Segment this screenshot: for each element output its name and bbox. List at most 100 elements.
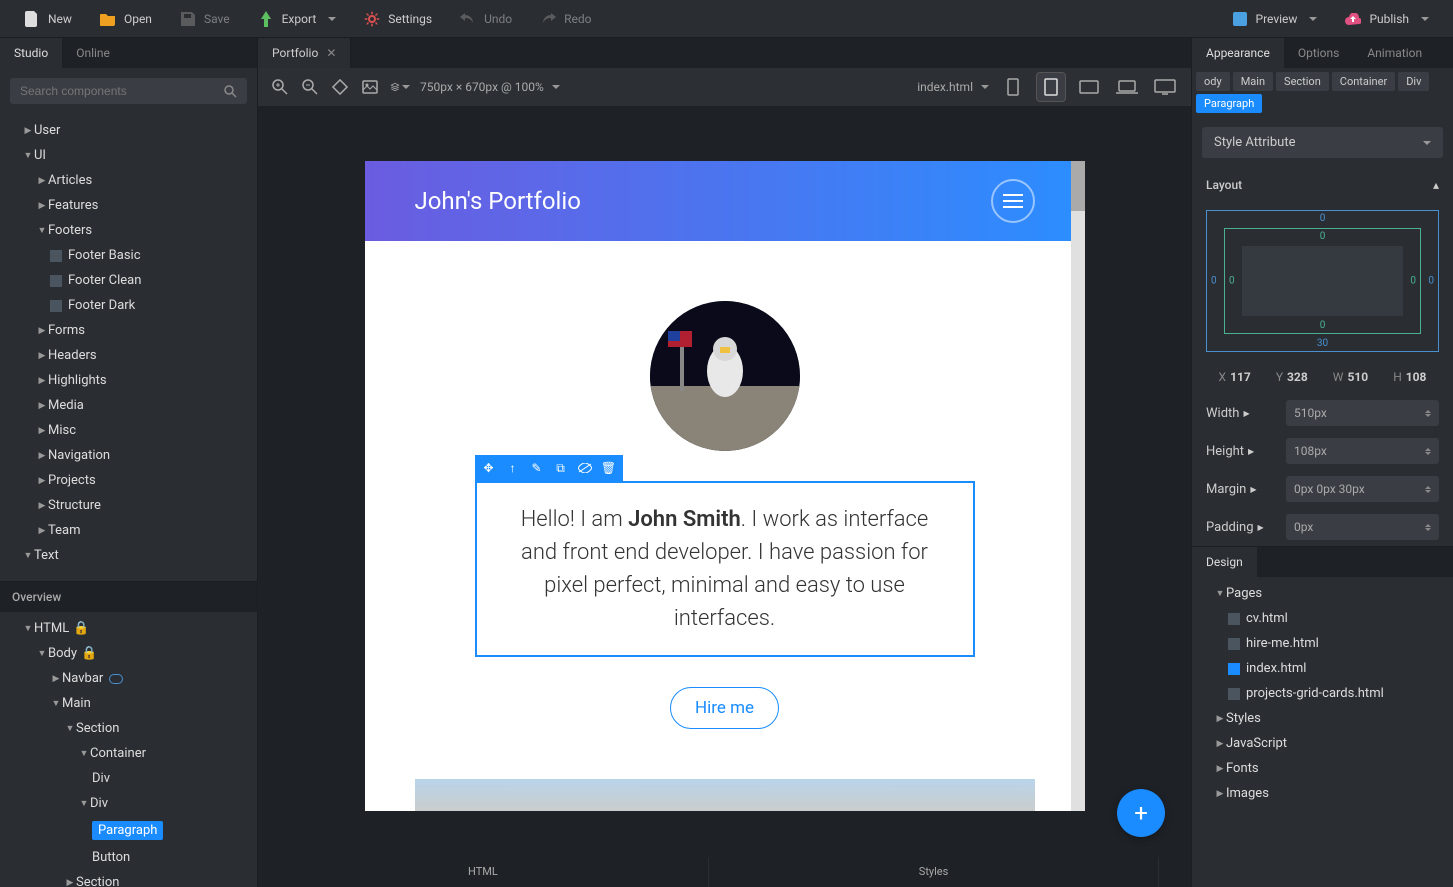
tree-footer-basic[interactable]: Footer Basic bbox=[0, 243, 257, 268]
bc-main[interactable]: Main bbox=[1233, 72, 1273, 91]
ov-div2[interactable]: ▼Div bbox=[0, 791, 257, 816]
new-button[interactable]: New bbox=[12, 5, 84, 33]
zoom-in-icon[interactable] bbox=[270, 77, 290, 97]
tree-structure[interactable]: ▶Structure bbox=[0, 493, 257, 518]
hamburger-icon[interactable] bbox=[991, 179, 1035, 223]
tab-options[interactable]: Options bbox=[1284, 38, 1354, 68]
tree-projects[interactable]: ▶Projects bbox=[0, 468, 257, 493]
edit-icon[interactable]: ✎ bbox=[529, 460, 545, 476]
tree-media[interactable]: ▶Media bbox=[0, 393, 257, 418]
tree-text[interactable]: ▼Text bbox=[0, 543, 257, 568]
canvas-info[interactable]: 750px × 670px @ 100% bbox=[420, 80, 560, 94]
tree-features[interactable]: ▶Features bbox=[0, 193, 257, 218]
preview-button[interactable]: Preview bbox=[1220, 5, 1330, 33]
open-button[interactable]: Open bbox=[88, 5, 164, 33]
tree-articles[interactable]: ▶Articles bbox=[0, 168, 257, 193]
device-mobile-icon[interactable] bbox=[999, 73, 1027, 101]
design-images[interactable]: ▶Images bbox=[1192, 781, 1453, 806]
design-pages[interactable]: ▼Pages bbox=[1192, 581, 1453, 606]
copy-icon[interactable]: ⧉ bbox=[553, 460, 569, 476]
tab-appearance[interactable]: Appearance bbox=[1192, 38, 1284, 68]
tree-headers[interactable]: ▶Headers bbox=[0, 343, 257, 368]
height-input[interactable]: 108px bbox=[1286, 438, 1439, 464]
file-tab-portfolio[interactable]: Portfolio✕ bbox=[258, 38, 351, 68]
landscape-image bbox=[415, 779, 1035, 811]
margin-input[interactable]: 0px 0px 30px bbox=[1286, 476, 1439, 502]
selected-paragraph[interactable]: ✥ ↑ ✎ ⧉ 🗑 Hello! I am John Smith. I work… bbox=[475, 481, 975, 657]
bc-section[interactable]: Section bbox=[1276, 72, 1329, 91]
device-desktop-icon[interactable] bbox=[1151, 73, 1179, 101]
bc-body[interactable]: ody bbox=[1196, 72, 1230, 91]
design-js[interactable]: ▶JavaScript bbox=[1192, 731, 1453, 756]
canvas[interactable]: John's Portfolio ✥ ↑ ✎ ⧉ 🗑 bbox=[365, 161, 1085, 811]
device-tablet-landscape-icon[interactable] bbox=[1075, 73, 1103, 101]
device-laptop-icon[interactable] bbox=[1113, 73, 1141, 101]
ov-button[interactable]: Button bbox=[0, 845, 257, 870]
tab-studio[interactable]: Studio bbox=[0, 38, 62, 68]
bottom-tab-styles[interactable]: Styles bbox=[709, 857, 1160, 887]
add-fab[interactable]: + bbox=[1117, 789, 1165, 837]
layers-icon[interactable] bbox=[390, 77, 410, 97]
ov-main[interactable]: ▼Main bbox=[0, 691, 257, 716]
style-attribute-select[interactable]: Style Attribute bbox=[1202, 127, 1443, 158]
redo-icon bbox=[540, 11, 556, 27]
tab-online[interactable]: Online bbox=[62, 38, 124, 68]
chevron-down-icon bbox=[1421, 17, 1429, 21]
ov-div1[interactable]: Div bbox=[0, 766, 257, 791]
design-styles[interactable]: ▶Styles bbox=[1192, 706, 1453, 731]
search-input[interactable] bbox=[10, 78, 247, 104]
hire-button[interactable]: Hire me bbox=[670, 687, 779, 729]
rotate-icon[interactable] bbox=[330, 77, 350, 97]
tree-footer-clean[interactable]: Footer Clean bbox=[0, 268, 257, 293]
preview-icon bbox=[1232, 11, 1248, 27]
ov-section[interactable]: ▼Section bbox=[0, 716, 257, 741]
design-hire[interactable]: hire-me.html bbox=[1192, 631, 1453, 656]
left-panel: Studio Online ▶User ▼UI ▶Articles ▶Featu… bbox=[0, 38, 258, 887]
bc-container[interactable]: Container bbox=[1332, 72, 1395, 91]
scrollbar[interactable] bbox=[1071, 161, 1085, 811]
design-index[interactable]: index.html bbox=[1192, 656, 1453, 681]
layout-section-header[interactable]: Layout▴ bbox=[1192, 168, 1453, 202]
bc-paragraph[interactable]: Paragraph bbox=[1196, 94, 1262, 113]
ov-paragraph[interactable]: Paragraph bbox=[0, 816, 257, 845]
tab-design[interactable]: Design bbox=[1192, 547, 1257, 577]
tree-highlights[interactable]: ▶Highlights bbox=[0, 368, 257, 393]
move-icon[interactable]: ✥ bbox=[481, 460, 497, 476]
delete-icon[interactable]: 🗑 bbox=[601, 460, 617, 476]
width-input[interactable]: 510px bbox=[1286, 400, 1439, 426]
tree-team[interactable]: ▶Team bbox=[0, 518, 257, 543]
settings-button[interactable]: Settings bbox=[352, 5, 444, 33]
current-file[interactable]: index.html bbox=[917, 80, 989, 94]
design-projects[interactable]: projects-grid-cards.html bbox=[1192, 681, 1453, 706]
design-fonts[interactable]: ▶Fonts bbox=[1192, 756, 1453, 781]
redo-button[interactable]: Redo bbox=[528, 5, 603, 33]
publish-button[interactable]: Publish bbox=[1333, 5, 1441, 33]
undo-button[interactable]: Undo bbox=[448, 5, 524, 33]
image-icon[interactable] bbox=[360, 77, 380, 97]
ov-html[interactable]: ▼HTML 🔒 bbox=[0, 616, 257, 641]
device-tablet-icon[interactable] bbox=[1037, 73, 1065, 101]
tree-footers[interactable]: ▼Footers bbox=[0, 218, 257, 243]
save-button[interactable]: Save bbox=[168, 5, 242, 33]
ov-navbar[interactable]: ▶Navbar bbox=[0, 666, 257, 691]
ov-body[interactable]: ▼Body 🔒 bbox=[0, 641, 257, 666]
ov-container[interactable]: ▼Container bbox=[0, 741, 257, 766]
bc-div[interactable]: Div bbox=[1398, 72, 1429, 91]
bottom-tab-html[interactable]: HTML bbox=[258, 857, 709, 887]
export-button[interactable]: Export bbox=[246, 5, 349, 33]
design-cv[interactable]: cv.html bbox=[1192, 606, 1453, 631]
hide-icon[interactable] bbox=[577, 460, 593, 476]
tab-animation[interactable]: Animation bbox=[1353, 38, 1436, 68]
tree-forms[interactable]: ▶Forms bbox=[0, 318, 257, 343]
box-model[interactable]: 0 30 0 0 0 0 0 0 bbox=[1206, 210, 1439, 352]
tree-ui[interactable]: ▼UI bbox=[0, 143, 257, 168]
tree-navigation[interactable]: ▶Navigation bbox=[0, 443, 257, 468]
up-icon[interactable]: ↑ bbox=[505, 460, 521, 476]
tree-footer-dark[interactable]: Footer Dark bbox=[0, 293, 257, 318]
close-icon[interactable]: ✕ bbox=[326, 46, 336, 60]
tree-user[interactable]: ▶User bbox=[0, 118, 257, 143]
zoom-out-icon[interactable] bbox=[300, 77, 320, 97]
ov-section2[interactable]: ▶Section bbox=[0, 870, 257, 887]
tree-misc[interactable]: ▶Misc bbox=[0, 418, 257, 443]
padding-input[interactable]: 0px bbox=[1286, 514, 1439, 540]
